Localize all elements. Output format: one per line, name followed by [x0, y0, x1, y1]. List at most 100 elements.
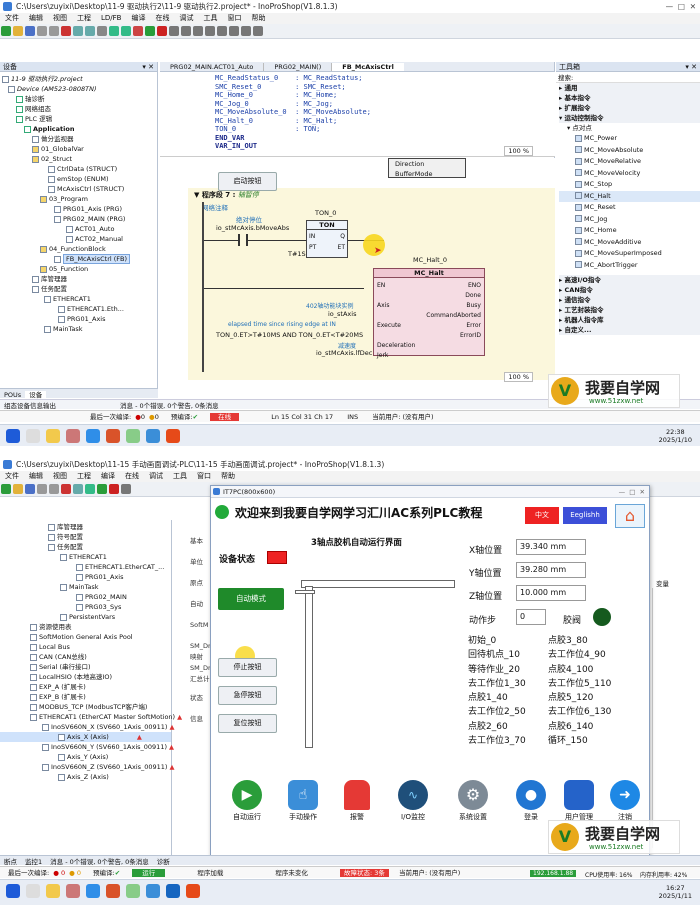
- hmi-window-controls[interactable]: — □ ✕: [619, 486, 645, 498]
- toolbox-group-custom[interactable]: ▸ 自定义...: [559, 325, 700, 335]
- tree-softmotion[interactable]: SoftMotion General Axis Pool: [0, 632, 171, 642]
- run-icon[interactable]: [145, 26, 155, 36]
- tab-output[interactable]: 组态设备信息输出: [0, 402, 60, 410]
- tree-prg02[interactable]: PRG02_MAIN (PRG): [0, 214, 157, 224]
- tree-resources[interactable]: 资源使用表: [0, 622, 171, 632]
- toolbox-group-process[interactable]: ▸ 工艺封装指令: [559, 305, 700, 315]
- tree-program-folder[interactable]: 03_Program: [0, 194, 157, 204]
- code-block[interactable]: MC_ReadStatus_0 : MC_ReadStatus; SMC_Rese…: [215, 74, 371, 151]
- clock[interactable]: 22:38 2025/1/10: [659, 428, 692, 444]
- rung-7[interactable]: ▼ 程序段 7 : 轴暂停 网络注释 绝对停位 io_stMcAxis.bMov…: [188, 188, 555, 380]
- ton-block[interactable]: TON IN Q PT ET: [306, 220, 348, 258]
- app-icon-1[interactable]: [66, 429, 80, 443]
- tree-exp-b[interactable]: EXP_B (扩展卡): [0, 692, 171, 702]
- tool-mc-movesuperimposed[interactable]: MC_MoveSuperImposed: [559, 248, 700, 260]
- save-icon[interactable]: [25, 484, 35, 494]
- step-over-icon[interactable]: [193, 26, 203, 36]
- tab-devices[interactable]: 设备: [25, 391, 47, 399]
- tree-function-folder[interactable]: 05_Function: [0, 264, 157, 274]
- toolbox-group-basic[interactable]: ▸ 基本指令: [559, 93, 700, 103]
- app-icon-4[interactable]: [166, 429, 180, 443]
- tab-messages[interactable]: 消息 - 0个错误, 0个警告, 0条消息: [46, 858, 153, 866]
- app-icon-1[interactable]: [66, 884, 80, 898]
- decel-var[interactable]: io_stMcAxis.lfDec: [316, 349, 372, 357]
- tree-prg01-axis[interactable]: PRG01_Axis: [0, 314, 157, 324]
- menu-window[interactable]: 窗口: [227, 14, 241, 22]
- tree-localbus[interactable]: Local Bus: [0, 642, 171, 652]
- tree-mcaxisctrl[interactable]: McAxisCtrl (STRUCT): [0, 184, 157, 194]
- tree-fb-folder[interactable]: 04_FunctionBlock: [0, 244, 157, 254]
- logout-icon[interactable]: [133, 26, 143, 36]
- tree-struct-folder[interactable]: 02_Struct: [0, 154, 157, 164]
- tree-watch[interactable]: 做分监视器: [0, 134, 157, 144]
- tree-can[interactable]: CAN (CAN总线): [0, 652, 171, 662]
- tree-plc-logic[interactable]: PLC 逻辑: [0, 114, 157, 124]
- nav-login[interactable]: ● 登录: [508, 780, 554, 822]
- tree-prg03[interactable]: PRG03_Sys: [0, 602, 171, 612]
- powerpoint-icon[interactable]: [106, 429, 120, 443]
- tree-task-config[interactable]: 任务配置: [0, 284, 157, 294]
- tab-act01[interactable]: PRG02_MAIN.ACT01_Auto: [160, 63, 265, 71]
- cut-icon[interactable]: [61, 484, 71, 494]
- tool-mc-reset[interactable]: MC_Reset: [559, 202, 700, 214]
- tool-mc-halt[interactable]: MC_Halt: [559, 190, 700, 202]
- toolbox-group-can[interactable]: ▸ CAN指令: [559, 285, 700, 295]
- powerpoint-icon[interactable]: [106, 884, 120, 898]
- auto-mode-button[interactable]: 自动模式: [218, 588, 284, 610]
- tree-prg02[interactable]: PRG02_MAIN: [0, 592, 171, 602]
- undo-icon[interactable]: [37, 26, 47, 36]
- tree-prg01[interactable]: PRG01_Axis (PRG): [0, 204, 157, 214]
- write-icon[interactable]: [241, 26, 251, 36]
- step-icon[interactable]: [121, 484, 131, 494]
- tab-watch1[interactable]: 监控1: [21, 858, 46, 866]
- find-icon[interactable]: [97, 26, 107, 36]
- tool-mc-stop[interactable]: MC_Stop: [559, 179, 700, 191]
- save-icon[interactable]: [25, 26, 35, 36]
- tool-mc-power[interactable]: MC_Power: [559, 133, 700, 145]
- redo-icon[interactable]: [49, 484, 59, 494]
- nav-user-mgmt[interactable]: 用户管理: [556, 780, 602, 822]
- copy-icon[interactable]: [73, 26, 83, 36]
- tool-mc-moveadditive[interactable]: MC_MoveAdditive: [559, 237, 700, 249]
- menu-online[interactable]: 在线: [155, 14, 169, 22]
- new-icon[interactable]: [1, 484, 11, 494]
- tree-network[interactable]: 网络组态: [0, 104, 157, 114]
- toolbox-group-comm[interactable]: ▸ 通信指令: [559, 295, 700, 305]
- menu-tools[interactable]: 工具: [203, 14, 217, 22]
- tree-fb-mcaxisctrl[interactable]: FB_McAxisCtrl (FB): [0, 254, 157, 264]
- contact-var[interactable]: io_stMcAxis.bMoveAbs: [216, 224, 289, 232]
- folder-icon[interactable]: [46, 429, 60, 443]
- nav-alarm[interactable]: 报警: [334, 780, 380, 822]
- folder-icon[interactable]: [46, 884, 60, 898]
- tool-mc-home[interactable]: MC_Home: [559, 225, 700, 237]
- tab-prg02[interactable]: PRG02_MAIN(): [264, 63, 333, 71]
- tree-modbus[interactable]: MODBUS_TCP (ModbusTCP客户端): [0, 702, 171, 712]
- app-icon-2[interactable]: [126, 429, 140, 443]
- open-icon[interactable]: [13, 484, 23, 494]
- nav-auto[interactable]: ▶ 自动运行: [224, 780, 270, 822]
- menu-file[interactable]: 文件: [5, 14, 19, 22]
- tree-task-config[interactable]: 任务配置: [0, 542, 171, 552]
- tree-project[interactable]: 11-9 驱动执行2.project: [0, 74, 157, 84]
- start-icon[interactable]: [6, 429, 20, 443]
- nav-io[interactable]: ∿ I/O监控: [390, 780, 436, 822]
- tree-ethercat[interactable]: ETHERCAT1: [0, 294, 157, 304]
- toolbox-sub-ptp[interactable]: ▾ 点对点: [559, 123, 700, 133]
- estop-button[interactable]: 急停按钮: [218, 686, 277, 705]
- app-icon-2[interactable]: [126, 884, 140, 898]
- tree-prg01[interactable]: PRG01_Axis: [0, 572, 171, 582]
- menu-ldfb[interactable]: LD/FB: [101, 14, 121, 22]
- tree-globalvar[interactable]: 01_GlobalVar: [0, 144, 157, 154]
- window-controls[interactable]: — □ ✕: [666, 0, 696, 13]
- menu-project[interactable]: 工程: [77, 14, 91, 22]
- tree-application[interactable]: Application: [0, 124, 157, 134]
- menu-tools[interactable]: 工具: [173, 472, 187, 480]
- tree-act02[interactable]: ACT02_Manual: [0, 234, 157, 244]
- tree-ethercat[interactable]: ETHERCAT1: [0, 552, 171, 562]
- login-icon[interactable]: [121, 26, 131, 36]
- home-icon[interactable]: ⌂: [615, 504, 645, 528]
- cut-icon[interactable]: [61, 26, 71, 36]
- menu-help[interactable]: 帮助: [221, 472, 235, 480]
- nav-settings[interactable]: ⚙ 系统设置: [450, 780, 496, 822]
- menu-view[interactable]: 视图: [53, 14, 67, 22]
